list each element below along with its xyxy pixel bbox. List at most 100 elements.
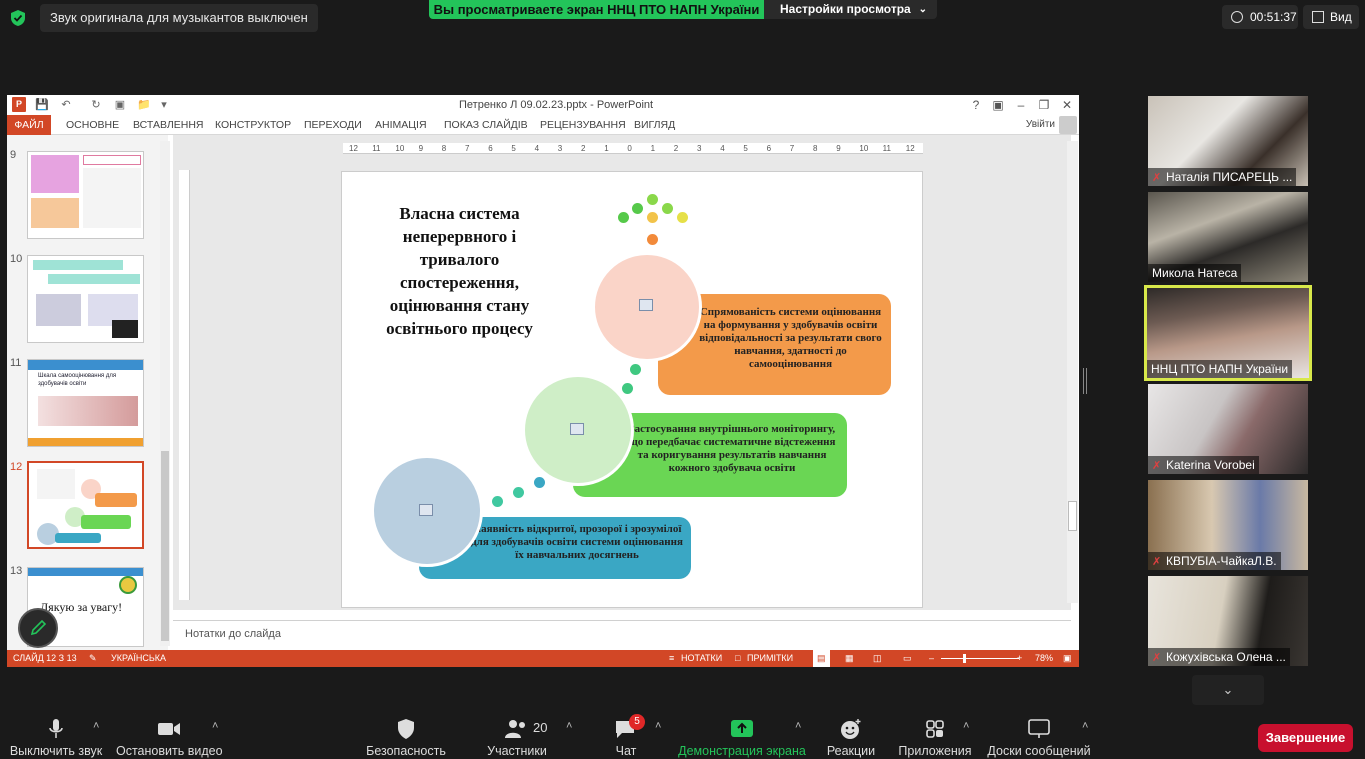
- video-options-caret-icon[interactable]: ˄: [212, 720, 218, 732]
- reading-view-icon[interactable]: ◫: [873, 650, 882, 667]
- whiteboards-button[interactable]: Доски сообщений: [986, 718, 1092, 758]
- slide-canvas[interactable]: Власна система неперервного і тривалого …: [341, 171, 923, 608]
- mute-label: Выключить звук: [9, 744, 103, 758]
- collapse-participants-button[interactable]: ⌄: [1192, 675, 1264, 705]
- decor-dot: [632, 203, 643, 214]
- tab-slideshow[interactable]: ПОКАЗ СЛАЙДІВ: [444, 115, 528, 135]
- user-avatar[interactable]: [1059, 116, 1077, 134]
- fit-slide-icon[interactable]: ▣: [1063, 650, 1072, 667]
- mic-muted-icon: ✗: [1152, 460, 1162, 472]
- undo-icon[interactable]: ↶: [59, 98, 73, 112]
- ruler-tick-label: 10: [859, 144, 869, 153]
- participant-tile[interactable]: ✗ Кожухівська Олена ...: [1148, 576, 1308, 666]
- meeting-timer: 00:51:37: [1222, 5, 1298, 29]
- slideshow-view-icon[interactable]: ▭: [903, 650, 912, 667]
- restore-icon[interactable]: ❐: [1033, 95, 1055, 115]
- tab-design[interactable]: КОНСТРУКТОР: [215, 115, 291, 135]
- security-button[interactable]: Безопасность: [362, 718, 450, 758]
- participant-tile[interactable]: ✗ Наталія ПИСАРЕЦЬ ...: [1148, 96, 1308, 186]
- stop-video-button[interactable]: Остановить видео: [116, 718, 223, 758]
- vertical-ruler: [179, 170, 190, 600]
- minimize-icon[interactable]: –: [1010, 95, 1032, 115]
- decor-dot: [492, 496, 503, 507]
- status-zoom-level[interactable]: 78%: [1035, 650, 1053, 667]
- tab-home[interactable]: ОСНОВНЕ: [66, 115, 119, 135]
- zoom-slider-thumb[interactable]: [963, 654, 966, 663]
- reactions-button[interactable]: Реакции: [824, 718, 878, 758]
- notes-pane[interactable]: Нотатки до слайда: [173, 620, 1071, 650]
- chat-options-caret-icon[interactable]: ˄: [655, 720, 661, 732]
- zoom-out-icon[interactable]: –: [929, 650, 934, 667]
- tab-transitions[interactable]: ПЕРЕХОДИ: [304, 115, 362, 135]
- status-notes[interactable]: НОТАТКИ: [681, 650, 722, 667]
- spellcheck-icon[interactable]: ✎: [89, 650, 97, 667]
- ruler-tick-label: 7: [465, 144, 470, 153]
- original-sound-notice: Звук оригинала для музыкантов выключен: [40, 4, 318, 32]
- status-comments[interactable]: ПРИМІТКИ: [747, 650, 793, 667]
- normal-view-icon[interactable]: ▤: [813, 650, 830, 667]
- zoom-in-icon[interactable]: +: [1017, 650, 1022, 667]
- slide-thumbnail-9[interactable]: [27, 151, 144, 239]
- chat-unread-badge: 5: [629, 714, 645, 730]
- shield-icon: [398, 719, 414, 739]
- participant-tile-active-speaker[interactable]: ННЦ ПТО НАПН України: [1144, 285, 1312, 381]
- status-slide-count: СЛАЙД 12 З 13: [13, 653, 77, 663]
- slide-thumbnail-11[interactable]: Шкала самооцінювання для здобувачів осві…: [27, 359, 144, 447]
- participant-tile[interactable]: ✗ КВПУБІА-ЧайкаЛ.В.: [1148, 480, 1308, 570]
- ppt-window-title: Петренко Л 09.02.23.pptx - PowerPoint: [459, 99, 654, 111]
- participant-name: ННЦ ПТО НАПН України: [1147, 360, 1293, 378]
- thumb11-title: Шкала самооцінювання для здобувачів осві…: [38, 373, 117, 387]
- decor-dot: [647, 212, 658, 223]
- share-screen-button[interactable]: Демонстрация экрана: [678, 718, 806, 758]
- tab-view[interactable]: ВИГЛЯД: [634, 115, 675, 135]
- tab-review[interactable]: РЕЦЕНЗУВАННЯ: [540, 115, 626, 135]
- participant-name: Katerina Vorobei: [1166, 458, 1255, 472]
- slide-scrollbar[interactable]: [1067, 141, 1078, 603]
- ruler-tick-label: 11: [882, 144, 891, 153]
- end-meeting-button[interactable]: Завершение: [1258, 724, 1353, 752]
- sign-in-link[interactable]: Увійти: [1026, 115, 1055, 135]
- slide-sorter-icon[interactable]: ▦: [845, 650, 854, 667]
- security-shield-icon[interactable]: [10, 9, 26, 27]
- mute-button[interactable]: Выключить звук: [8, 718, 104, 758]
- participant-tile[interactable]: Микола Натеса: [1148, 192, 1308, 282]
- redo-icon[interactable]: ↻: [89, 98, 103, 112]
- close-icon[interactable]: ✕: [1056, 95, 1078, 115]
- help-icon[interactable]: ?: [965, 95, 987, 115]
- zoom-slider[interactable]: [941, 658, 1019, 659]
- whiteboards-options-caret-icon[interactable]: ˄: [1082, 720, 1088, 732]
- view-button[interactable]: Вид: [1303, 5, 1359, 29]
- ppt-titlebar: P 💾 ↶ ↻ ▣ 📁 ▾ Петренко Л 09.02.23.pptx -…: [7, 95, 1079, 115]
- slide-thumbnails-pane: 9 10 11 Шкала самооцінювання для здобува…: [7, 135, 168, 650]
- tab-file[interactable]: ФАЙЛ: [7, 115, 51, 135]
- start-slideshow-icon[interactable]: ▣: [113, 98, 127, 112]
- annotate-button[interactable]: [18, 608, 58, 648]
- participant-tile[interactable]: ✗ Katerina Vorobei: [1148, 384, 1308, 474]
- thumbnails-scrollbar[interactable]: [160, 141, 170, 646]
- slide-thumbnail-12[interactable]: [27, 461, 144, 549]
- decor-dot: [513, 487, 524, 498]
- notes-toggle-icon: ≡: [669, 653, 675, 663]
- participant-name-row: ✗ Наталія ПИСАРЕЦЬ ...: [1148, 168, 1297, 186]
- customize-quick-access-icon[interactable]: ▾: [157, 98, 171, 112]
- tab-animations[interactable]: АНІМАЦІЯ: [375, 115, 427, 135]
- slide-title: Власна система неперервного і тривалого …: [386, 204, 533, 338]
- apps-icon: [926, 720, 944, 738]
- apps-options-caret-icon[interactable]: ˄: [963, 720, 969, 732]
- image-placeholder-icon: [570, 423, 584, 435]
- ruler-tick-label: 5: [743, 144, 748, 153]
- save-icon[interactable]: 💾: [35, 98, 49, 112]
- slide-thumbnail-10[interactable]: [27, 255, 144, 343]
- status-language[interactable]: УКРАЇНСЬКА: [111, 650, 166, 667]
- panel-resize-handle[interactable]: [1083, 368, 1087, 394]
- share-options-caret-icon[interactable]: ˄: [795, 720, 801, 732]
- audio-options-caret-icon[interactable]: ˄: [93, 720, 99, 732]
- view-options-button[interactable]: Настройки просмотра ⌄: [764, 0, 937, 19]
- ribbon-display-icon[interactable]: ▣: [987, 95, 1009, 115]
- participants-options-caret-icon[interactable]: ˄: [566, 720, 572, 732]
- screen-share-banner: Вы просматриваете экран ННЦ ПТО НАПН Укр…: [429, 0, 764, 19]
- ruler-tick-label: 5: [511, 144, 516, 153]
- open-folder-icon[interactable]: 📁: [137, 98, 151, 112]
- participant-name: Кожухівська Олена ...: [1166, 650, 1286, 664]
- tab-insert[interactable]: ВСТАВЛЕННЯ: [133, 115, 204, 135]
